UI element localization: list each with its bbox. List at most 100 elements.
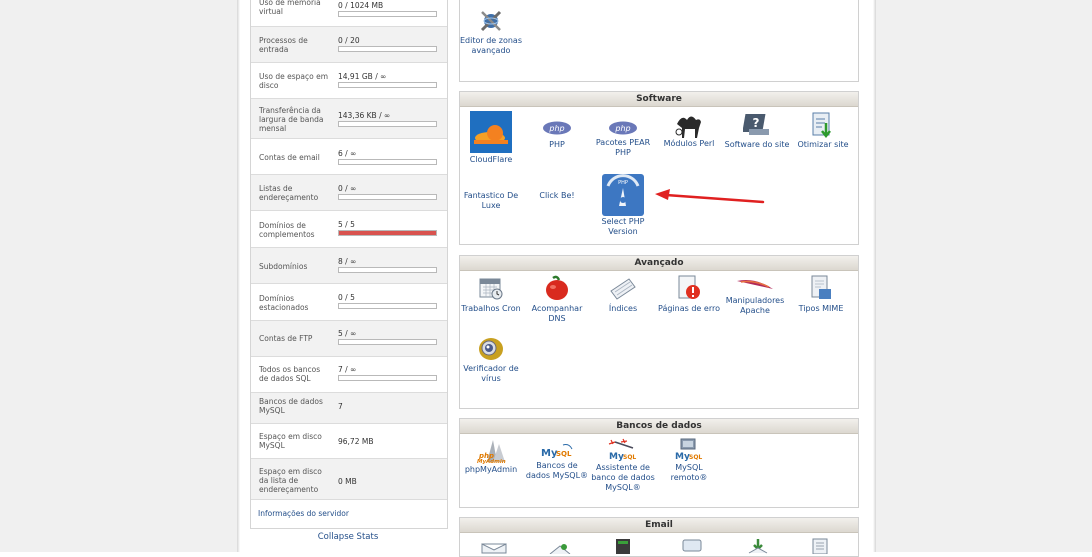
optimize-site-label: Otimizar site (797, 140, 849, 149)
select-php-version-item[interactable]: PHP Select PHP Version (590, 174, 656, 237)
pear-packages-item[interactable]: php Pacotes PEAR PHP (590, 120, 656, 158)
mysql-wizard-item[interactable]: My SQL Assistente de banco de dados MySQ… (590, 438, 656, 493)
php-item[interactable]: php PHP (524, 120, 590, 150)
stat-bar (338, 194, 437, 200)
mysql-databases-item[interactable]: My SQL Bancos de dados MySQL® (524, 441, 590, 481)
stat-bar (338, 339, 437, 345)
stat-row-sql-databases: Todos os bancos de dados SQL 7 / ∞ (251, 357, 447, 393)
domains-panel: Editor de zonas avançado (459, 0, 859, 82)
software-header: Software (460, 92, 858, 107)
cloudflare-label: CloudFlare (469, 155, 513, 164)
stat-bar (338, 230, 437, 236)
error-page-icon (676, 275, 702, 301)
mime-types-label: Tipos MIME (798, 304, 844, 313)
mime-types-item[interactable]: Tipos MIME (788, 275, 854, 314)
site-software-item[interactable]: ? Software do site (724, 111, 790, 150)
stat-value: 8 / ∞ (338, 257, 357, 266)
remote-mysql-item[interactable]: My SQL MySQL remoto® (656, 438, 722, 483)
stat-value: 14,91 GB / ∞ (338, 72, 387, 81)
stat-row-mysql-disk: Espaço em disco MySQL 96,72 MB (251, 424, 447, 459)
stat-bar (338, 11, 437, 17)
stat-bar (338, 375, 437, 381)
stat-value: 0 MB (338, 477, 357, 486)
stat-bar (338, 82, 437, 88)
index-icon (609, 275, 637, 301)
databases-panel: Bancos de dados php MyAdmin phpMyAdmin M… (459, 418, 859, 508)
mysql-databases-label: Bancos de dados MySQL® (525, 461, 589, 480)
stat-row-addon-domains: Domínios de complementos 5 / 5 (251, 211, 447, 248)
calendar-icon (478, 275, 504, 301)
remote-mysql-label: MySQL remoto® (670, 463, 708, 482)
mysql-remote-icon: My SQL (671, 438, 707, 462)
stat-row-ftp-accounts: Contas de FTP 5 / ∞ (251, 321, 447, 357)
stat-bar (338, 121, 437, 127)
dns-icon (544, 275, 570, 301)
software-panel: Software CloudFlare php PHP php Pacotes … (459, 91, 859, 245)
svg-text:My: My (609, 452, 624, 462)
stat-row-bandwidth: Transferência da largura de banda mensal… (251, 99, 447, 139)
collapse-stats-link[interactable]: Collapse Stats (250, 532, 446, 542)
stat-value: 0 / ∞ (338, 184, 357, 193)
zone-editor-item[interactable]: Editor de zonas avançado (458, 8, 524, 56)
stat-row-disk-usage: Uso de espaço em disco 14,91 GB / ∞ (251, 63, 447, 99)
stat-label: Subdomínios (259, 262, 308, 271)
error-pages-item[interactable]: Páginas de erro (656, 275, 722, 314)
stat-bar-fill (339, 231, 436, 235)
stat-bar (338, 159, 437, 165)
content-shadow-left (237, 0, 240, 552)
perl-modules-item[interactable]: Módulos Perl (656, 110, 722, 149)
stat-row-mailing-lists: Listas de endereçamento 0 / ∞ (251, 175, 447, 211)
mysql-wizard-label: Assistente de banco de dados MySQL® (591, 463, 655, 492)
track-dns-label: Acompanhar DNS (531, 304, 583, 323)
virus-scanner-label: Verificador de vírus (463, 364, 519, 383)
fantastico-label: Fantastico De Luxe (463, 191, 519, 210)
virus-scanner-item[interactable]: Verificador de vírus (458, 337, 524, 384)
stat-label: Espaço em disco da lista de endereçament… (259, 467, 322, 494)
click-be-item[interactable]: Click Be! (524, 189, 590, 201)
svg-text:SQL: SQL (556, 450, 572, 458)
stat-value: 0 / 1024 MB (338, 1, 384, 10)
stats-panel: Uso de memória virtual 0 / 1024 MB Proce… (250, 0, 448, 529)
perl-modules-label: Módulos Perl (663, 139, 715, 148)
email-header: Email (460, 518, 858, 533)
apache-handlers-item[interactable]: Manipuladores Apache (722, 275, 788, 316)
content-shadow-right (873, 0, 876, 552)
optimize-icon (811, 111, 835, 139)
stat-label: Contas de email (259, 153, 320, 162)
stat-row-subdomains: Subdomínios 8 / ∞ (251, 248, 447, 284)
indexes-label: Índices (608, 304, 638, 313)
databases-header: Bancos de dados (460, 419, 858, 434)
fantastico-item[interactable]: Fantastico De Luxe (458, 189, 524, 211)
mail-forward-icon[interactable] (546, 542, 574, 554)
stat-value: 7 / ∞ (338, 365, 357, 374)
phpmyadmin-item[interactable]: php MyAdmin phpMyAdmin (458, 438, 524, 475)
php-pear-icon: php (608, 120, 638, 135)
stat-label: Todos os bancos de dados SQL (259, 365, 321, 383)
stat-bar (338, 267, 437, 273)
zone-editor-label: Editor de zonas avançado (460, 36, 522, 55)
stat-value: 0 / 5 (338, 293, 355, 302)
svg-text:?: ? (753, 116, 760, 130)
software-icon: ? (742, 111, 771, 138)
stat-bar (338, 303, 437, 309)
stat-label: Espaço em disco MySQL (259, 432, 322, 450)
zone-editor-icon (478, 8, 504, 34)
stat-label: Uso de espaço em disco (259, 72, 329, 90)
cloudflare-item[interactable]: CloudFlare (458, 111, 524, 165)
track-dns-item[interactable]: Acompanhar DNS (524, 275, 590, 324)
site-software-label: Software do site (724, 140, 790, 149)
pear-packages-label: Pacotes PEAR PHP (595, 138, 651, 157)
php-label: PHP (549, 140, 565, 149)
cron-jobs-item[interactable]: Trabalhos Cron (458, 275, 524, 314)
stat-label: Listas de endereçamento (259, 184, 319, 202)
optimize-site-item[interactable]: Otimizar site (790, 111, 856, 150)
server-info-link[interactable]: Informações do servidor (258, 509, 349, 518)
advanced-panel: Avançado Trabalhos Cron Acompanhar DNS Í… (459, 255, 859, 409)
advanced-header: Avançado (460, 256, 858, 271)
stat-row-mailing-list-disk: Espaço em disco da lista de endereçament… (251, 459, 447, 500)
indexes-item[interactable]: Índices (590, 275, 656, 314)
svg-text:My: My (675, 452, 690, 462)
stat-value: 6 / ∞ (338, 149, 357, 158)
phpmyadmin-icon: php MyAdmin (475, 438, 507, 465)
page-background-left (0, 0, 237, 552)
